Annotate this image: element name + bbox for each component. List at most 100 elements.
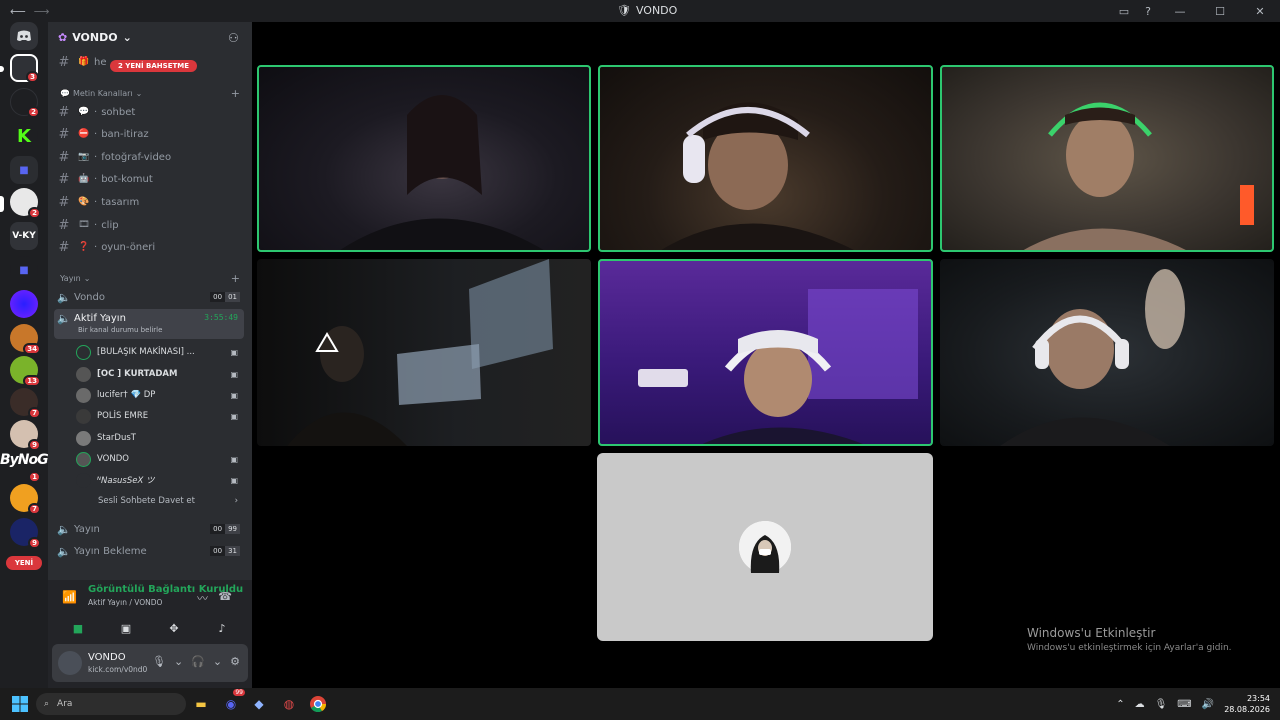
chat-bubble-icon: 💬 [60, 88, 70, 98]
discord-window: ⟵ ⟶ 🛡 VONDO ▭ ? — ☐ ✕ 3 2 K ■ 2 V-KY ■ 3… [0, 0, 1280, 720]
server-icon[interactable]: 3 [10, 54, 39, 83]
avatar[interactable] [58, 651, 82, 675]
gear-icon[interactable]: ⚙ [230, 655, 240, 668]
server-badge: 7 [28, 503, 41, 515]
invite-to-voice[interactable]: Sesli Sohbete Davet et › [98, 496, 238, 506]
server-badge: 9 [28, 439, 41, 451]
voice-member[interactable]: ᴺNasusSeX ツ ▣ [76, 470, 242, 490]
voice-channel-yayin[interactable]: 🔈 Yayın 00 99 [54, 519, 244, 539]
maximize-button[interactable]: ☐ [1200, 0, 1240, 22]
channel-item[interactable]: # 🤖 · bot-komut [54, 169, 244, 189]
screen-share-button[interactable]: ▣ [106, 618, 146, 638]
close-button[interactable]: ✕ [1240, 0, 1280, 22]
discord-taskbar-icon[interactable]: ◉ 99 [222, 689, 245, 713]
forward-arrow-icon[interactable]: ⟶ [34, 5, 50, 18]
video-tile[interactable] [940, 259, 1274, 446]
chevron-up-icon[interactable]: ⌃ [1116, 699, 1124, 710]
voice-channel-vondo[interactable]: 🔈 Vondo 00 01 [54, 287, 244, 307]
video-tile-camera-off[interactable] [597, 453, 933, 641]
app-taskbar-icon[interactable]: ◍ [280, 695, 298, 713]
noise-suppression-icon[interactable]: 〰 [197, 590, 208, 606]
server-icon[interactable]: 9 [10, 420, 41, 451]
voice-channel-bekleme[interactable]: 🔈 Yayın Bekleme 00 31 [54, 541, 244, 561]
network-icon[interactable]: ⌨ [1177, 699, 1191, 710]
window-title-text: VONDO [635, 4, 678, 17]
app-taskbar-icon[interactable]: ◆ [250, 695, 268, 713]
search-icon: ⌕ [44, 699, 50, 709]
volume-icon[interactable]: 🔊 [1202, 699, 1214, 710]
channel-item[interactable]: # 📷 · fotoğraf-video [54, 147, 244, 167]
voice-member[interactable]: POLİS EMRE ▣ [76, 406, 242, 426]
chevron-down-icon[interactable]: ⌄ [213, 655, 222, 668]
back-arrow-icon[interactable]: ⟵ [10, 5, 26, 18]
add-channel-icon[interactable]: + [231, 87, 240, 100]
taskbar-search[interactable]: ⌕ Ara [36, 693, 186, 715]
channel-item[interactable]: # 💬 · sohbet [54, 102, 244, 122]
unread-indicator [0, 196, 4, 212]
folder-icon[interactable]: ■ [10, 156, 38, 184]
taskbar-clock[interactable]: 23:54 28.08.2026 [1224, 693, 1270, 715]
folder-icon[interactable]: ■ [10, 256, 38, 284]
cloud-icon[interactable]: ☁ [1135, 699, 1145, 710]
channel-status[interactable]: Bir kanal durumu belirle [78, 326, 162, 334]
headphones-icon[interactable]: 🎧 [191, 655, 205, 668]
server-icon[interactable]: 7 [10, 484, 41, 515]
voice-member[interactable]: [OC ] KURTADAM ▣ [76, 364, 242, 384]
server-icon[interactable] [10, 290, 38, 318]
inbox-icon[interactable]: ▭ [1112, 0, 1136, 22]
invite-label: Sesli Sohbete Davet et [98, 496, 195, 506]
new-servers-pill[interactable]: YENİ [6, 556, 42, 570]
microphone-icon[interactable]: 🎙 [1155, 699, 1168, 710]
server-icon[interactable]: 7 [10, 388, 41, 419]
channel-item[interactable]: # ❓ · oyun-öneri [54, 237, 244, 257]
video-tile[interactable] [598, 65, 933, 252]
invite-people-icon[interactable]: ⚇ [228, 31, 239, 45]
server-icon[interactable]: 9 [10, 518, 41, 549]
windows-start-icon[interactable] [12, 696, 28, 716]
add-channel-icon[interactable]: + [231, 272, 240, 285]
windows-activation-watermark: Windows'u Etkinleştir Windows'u etkinleş… [1027, 626, 1232, 653]
server-icon[interactable]: 2 [10, 88, 40, 118]
chrome-icon[interactable] [309, 695, 327, 713]
chevron-down-icon[interactable]: ⌄ [174, 655, 183, 668]
disconnect-icon[interactable]: ☎ [218, 590, 232, 603]
video-tile[interactable] [257, 65, 591, 252]
video-tile[interactable] [257, 259, 591, 446]
member-name: [OC ] KURTADAM [97, 369, 178, 379]
voice-member[interactable]: [BULAŞIK MAKİNASI] ... ▣ [76, 342, 242, 362]
server-icon[interactable]: V-KY [10, 222, 38, 250]
microphone-icon[interactable]: 🎙 [152, 655, 166, 668]
channel-item[interactable]: # 🎞 · clip [54, 215, 244, 235]
channel-item[interactable]: # 🎨 · tasarım [54, 192, 244, 212]
server-icon[interactable]: 2 [10, 188, 41, 219]
participant-video [287, 259, 553, 446]
server-icon[interactable]: 13 [10, 356, 41, 387]
camera-button[interactable]: ■ [58, 618, 98, 638]
server-icon[interactable]: K [10, 122, 38, 150]
voice-member[interactable]: VONDO ▣ [76, 449, 242, 469]
avatar [739, 521, 791, 573]
voice-channel-active[interactable]: 🔈 Aktif Yayın 3:55:49 Bir kanal durumu b… [54, 309, 244, 339]
category-header[interactable]: Yayın ⌄ + [60, 271, 240, 285]
signal-icon[interactable]: 📶 [62, 590, 77, 604]
channel-name: he [94, 56, 107, 68]
category-header[interactable]: 💬 Metin Kanalları ⌄ + [60, 86, 240, 100]
file-explorer-icon[interactable]: ▬ [192, 695, 210, 713]
server-badge: 3 [26, 71, 39, 83]
voice-member[interactable]: StarDusT [76, 428, 242, 448]
guild-header[interactable]: ✿ VONDO ⌄ ⚇ [48, 22, 252, 52]
video-tile[interactable] [598, 259, 933, 446]
video-tile[interactable] [940, 65, 1274, 252]
new-mentions-pill[interactable]: 2 YENİ BAHSETME [110, 60, 198, 72]
activities-button[interactable]: ✥ [154, 618, 194, 638]
voice-member[interactable]: lucifer† 💎 DP ▣ [76, 385, 242, 405]
server-icon[interactable]: 1 [10, 452, 41, 483]
minimize-button[interactable]: — [1160, 0, 1200, 22]
channel-item[interactable]: # ⛔ · ban-itiraz [54, 124, 244, 144]
camera-icon: ▣ [230, 475, 238, 485]
discord-home-icon[interactable] [10, 22, 38, 50]
soundboard-button[interactable]: ♪ [202, 618, 242, 638]
help-icon[interactable]: ? [1136, 0, 1160, 22]
connection-subtitle[interactable]: Aktif Yayın / VONDO [88, 598, 162, 607]
server-icon[interactable]: 34 [10, 324, 41, 355]
